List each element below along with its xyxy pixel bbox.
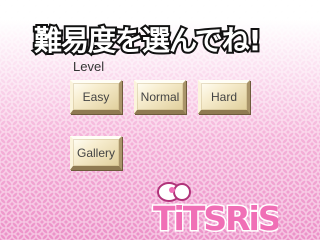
logo-text: TiTSRiS	[153, 199, 278, 236]
level-label: Level	[73, 59, 105, 74]
difficulty-select-screen: 難易度を選んでね! Level Easy Normal Hard Gallery…	[0, 0, 320, 240]
gallery-button[interactable]: Gallery	[70, 136, 122, 170]
hard-button[interactable]: Hard	[198, 80, 250, 114]
titsris-logo: TiTSRiS	[152, 182, 278, 236]
page-title: 難易度を選んでね!	[32, 22, 263, 59]
normal-button[interactable]: Normal	[134, 80, 186, 114]
easy-button[interactable]: Easy	[70, 80, 122, 114]
